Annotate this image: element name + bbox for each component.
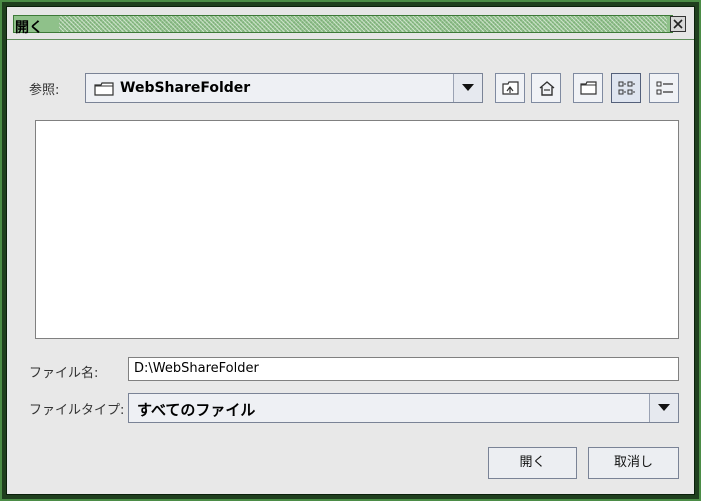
details-view-button[interactable] [649,73,679,103]
file-name-label: ファイル名: [29,366,99,381]
file-list[interactable] [35,120,679,339]
file-type-label: ファイルタイプ: [29,403,125,418]
folder-up-icon [502,81,519,95]
new-folder-icon [580,81,597,95]
chevron-down-icon [462,84,474,91]
close-icon [673,19,683,29]
cancel-button[interactable]: 取消し [588,447,679,479]
file-type-dropdown-button[interactable] [649,394,678,422]
home-icon [539,81,555,96]
open-dialog: 開く 参照: WebShareFolder ファイル名: D:\WebShare… [6,6,695,495]
open-button[interactable]: 開く [488,447,577,479]
title-bar[interactable]: 開く [7,7,694,40]
list-view-button[interactable] [611,73,641,103]
title-bar-pattern [59,16,667,32]
close-button[interactable] [670,16,686,32]
chevron-down-icon [658,404,670,411]
file-type-combo[interactable]: すべてのファイル [128,393,679,423]
folder-icon [94,82,114,96]
window-title: 開く [15,20,43,36]
up-one-level-button[interactable] [495,73,525,103]
new-folder-button[interactable] [573,73,603,103]
look-in-dropdown-button[interactable] [453,74,482,102]
file-name-field[interactable]: D:\WebShareFolder [128,357,679,381]
look-in-label: 参照: [29,83,60,98]
look-in-value: WebShareFolder [120,80,251,96]
list-view-icon [618,81,635,95]
file-type-value: すべてのファイル [137,401,256,419]
details-view-icon [656,81,673,95]
home-button[interactable] [531,73,561,103]
look-in-combo[interactable]: WebShareFolder [85,73,483,103]
